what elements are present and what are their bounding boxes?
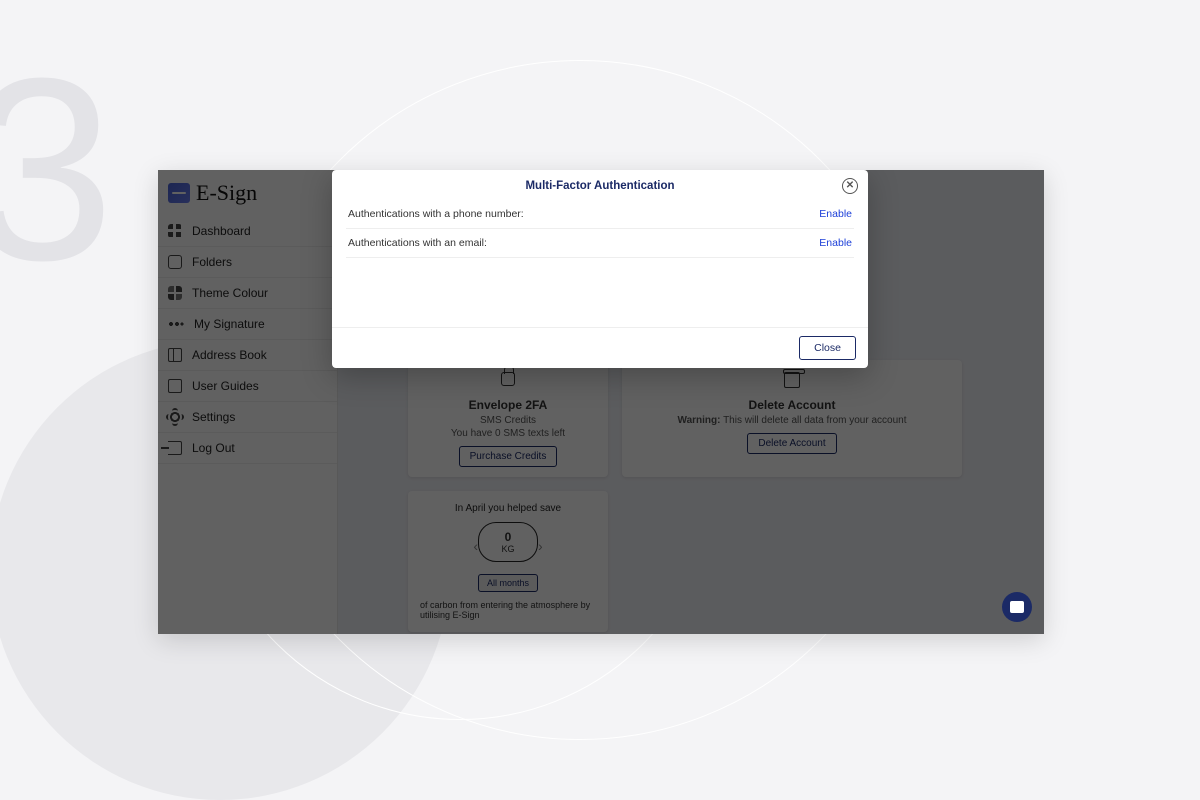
signature-icon — [168, 319, 184, 329]
card-envelope-2fa: Envelope 2FA SMS Credits You have 0 SMS … — [408, 360, 608, 477]
gear-icon — [168, 410, 182, 424]
auth-row-label: Authentications with a phone number: — [348, 208, 524, 220]
user-guides-icon — [168, 379, 182, 393]
enable-email-link[interactable]: Enable — [819, 237, 852, 249]
sidebar-item-theme-colour[interactable]: Theme Colour — [158, 278, 337, 309]
enable-phone-link[interactable]: Enable — [819, 208, 852, 220]
card-subtitle: SMS Credits — [480, 415, 536, 426]
card-carbon-savings: In April you helped save ‹ 0 KG › All mo… — [408, 491, 608, 632]
close-icon[interactable]: ✕ — [842, 178, 858, 194]
auth-row-email: Authentications with an email: Enable — [346, 229, 854, 258]
delete-account-button[interactable]: Delete Account — [747, 433, 836, 454]
app-window: E-Sign Dashboard Folders Theme Colour My… — [158, 170, 1044, 634]
purchase-credits-button[interactable]: Purchase Credits — [459, 446, 558, 467]
auth-row-phone: Authentications with a phone number: Ena… — [346, 200, 854, 229]
sidebar-item-log-out[interactable]: Log Out — [158, 433, 337, 464]
sidebar-item-address-book[interactable]: Address Book — [158, 340, 337, 371]
chevron-left-icon[interactable]: ‹ — [473, 538, 478, 554]
modal-footer: Close — [332, 327, 868, 368]
sidebar-item-label: My Signature — [194, 317, 265, 331]
sidebar-item-settings[interactable]: Settings — [158, 402, 337, 433]
card-delete-account: Delete Account Warning: This will delete… — [622, 360, 962, 477]
sidebar-item-label: Folders — [192, 255, 232, 269]
sidebar-item-folders[interactable]: Folders — [158, 247, 337, 278]
brand-name: E-Sign — [196, 180, 257, 206]
logout-icon — [168, 441, 182, 455]
sidebar-item-label: Dashboard — [192, 224, 251, 238]
carbon-footer: of carbon from entering the atmosphere b… — [420, 600, 596, 620]
lock-icon — [494, 372, 522, 392]
step-number: 3 — [0, 40, 115, 300]
modal-title: Multi-Factor Authentication — [525, 180, 674, 192]
card-title: Delete Account — [749, 398, 836, 412]
auth-row-label: Authentications with an email: — [348, 237, 487, 249]
sidebar-item-label: Theme Colour — [192, 286, 268, 300]
sidebar-item-label: Address Book — [192, 348, 267, 362]
all-months-button[interactable]: All months — [478, 574, 538, 592]
trash-icon — [778, 372, 806, 392]
sidebar-item-label: Log Out — [192, 441, 235, 455]
chevron-right-icon[interactable]: › — [538, 538, 543, 554]
sidebar-item-label: User Guides — [192, 379, 259, 393]
dashboard-icon — [168, 224, 182, 238]
carbon-headline: In April you helped save — [455, 503, 561, 514]
carbon-unit: KG — [501, 544, 514, 554]
sidebar-item-dashboard[interactable]: Dashboard — [158, 216, 337, 247]
chat-fab[interactable] — [1002, 592, 1032, 622]
carbon-value: 0 — [505, 530, 512, 544]
brand-logo-icon — [168, 183, 190, 203]
carbon-cloud: 0 KG — [478, 522, 538, 562]
close-button[interactable]: Close — [799, 336, 856, 360]
chat-icon — [1010, 601, 1024, 613]
sidebar-nav: Dashboard Folders Theme Colour My Signat… — [158, 216, 337, 464]
mfa-modal: Multi-Factor Authentication ✕ Authentica… — [332, 170, 868, 368]
card-title: Envelope 2FA — [469, 398, 548, 412]
sidebar-item-label: Settings — [192, 410, 235, 424]
modal-body: Authentications with a phone number: Ena… — [332, 200, 868, 327]
address-book-icon — [168, 348, 182, 362]
card-subtitle: You have 0 SMS texts left — [451, 428, 565, 439]
folder-icon — [168, 255, 182, 269]
sidebar: E-Sign Dashboard Folders Theme Colour My… — [158, 170, 338, 634]
brand: E-Sign — [158, 170, 337, 214]
sidebar-item-user-guides[interactable]: User Guides — [158, 371, 337, 402]
theme-icon — [168, 286, 182, 300]
sidebar-item-my-signature[interactable]: My Signature — [158, 309, 337, 340]
card-warning: Warning: This will delete all data from … — [678, 415, 907, 426]
modal-header: Multi-Factor Authentication ✕ — [332, 170, 868, 200]
